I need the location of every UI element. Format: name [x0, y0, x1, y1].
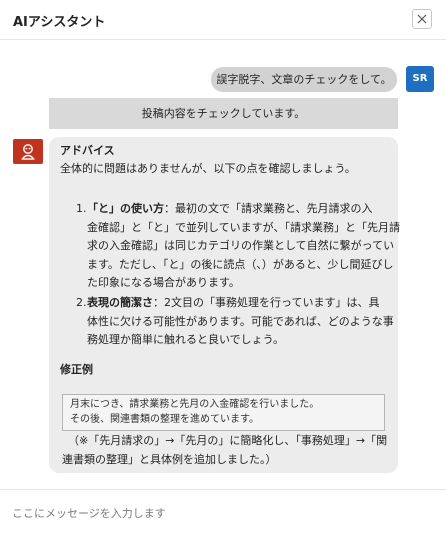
close-button[interactable]	[412, 9, 432, 29]
note-line: 連書類の整理」と具体例を追加しました。）	[62, 452, 277, 466]
item-line: 金確認」と「と」で並列していますが、「請求業務」と「先月請	[87, 220, 400, 234]
item-title: 「と」の使い方	[87, 202, 164, 215]
item-line: ：最初の文で「請求業務と、先月請求の入	[164, 202, 373, 215]
response-intro: 全体的に問題はありませんが、以下の点を確認しましょう。	[60, 162, 356, 175]
item-line: 求の入金確認」は同じカテゴリの作業として自然に繋がってい	[87, 239, 395, 252]
item-line: 務処理か簡単に触れると良いでしょう。	[87, 333, 285, 346]
ai-avatar	[13, 139, 43, 164]
message-input[interactable]	[8, 500, 436, 526]
window-title: AIアシスタント	[13, 15, 106, 30]
example-line: その後、関連書類の整理を進めています。	[70, 414, 259, 425]
item-line: ：2文目の「事務処理を行っています」は、具	[153, 296, 380, 309]
item-number: 1.	[76, 202, 87, 215]
title-bar: AIアシスタント	[0, 0, 446, 40]
user-message-bubble: 誤字脱字、文章のチェックをして。	[211, 67, 397, 92]
ai-response-bubble: アドバイス 全体的に問題はありませんが、以下の点を確認しましょう。 1. 「と」…	[49, 137, 400, 473]
user-avatar: SR	[406, 66, 434, 92]
example-heading: 修正例	[60, 363, 93, 376]
assistant-icon	[21, 144, 35, 160]
item-line: ます。ただし、「と」の後に読点（、）があると、少し間延びし	[87, 257, 394, 271]
item-line: た印象になる場合があります。	[87, 276, 240, 289]
status-message: 投稿内容をチェックしています。	[49, 98, 398, 129]
message-input-area	[0, 489, 446, 537]
response-heading: アドバイス	[60, 144, 115, 157]
example-box: 月末につき、請求業務と先月の入金確認を行いました。 その後、関連書類の整理を進め…	[62, 394, 385, 431]
close-icon	[417, 14, 427, 24]
note-line: （※「先月請求の」→「先月の」に簡略化し、「事務処理」→「関	[68, 434, 388, 447]
item-line: 体性に欠ける可能性があります。可能であれば、どのような事	[87, 314, 394, 328]
item-title: 表現の簡潔さ	[87, 296, 153, 309]
item-number: 2.	[76, 296, 87, 309]
example-line: 月末につき、請求業務と先月の入金確認を行いました。	[70, 399, 320, 410]
